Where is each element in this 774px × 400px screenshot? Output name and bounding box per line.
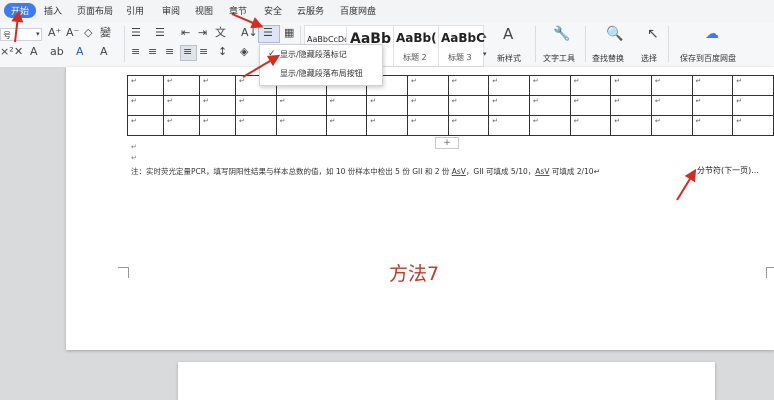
arrow-to-paragraph-button [231, 13, 264, 29]
arrow-to-start-tab [11, 10, 24, 43]
arrow-to-dropdown-item [242, 54, 281, 78]
arrow-to-section-break [676, 168, 697, 201]
annotation-arrows [11, 10, 697, 201]
